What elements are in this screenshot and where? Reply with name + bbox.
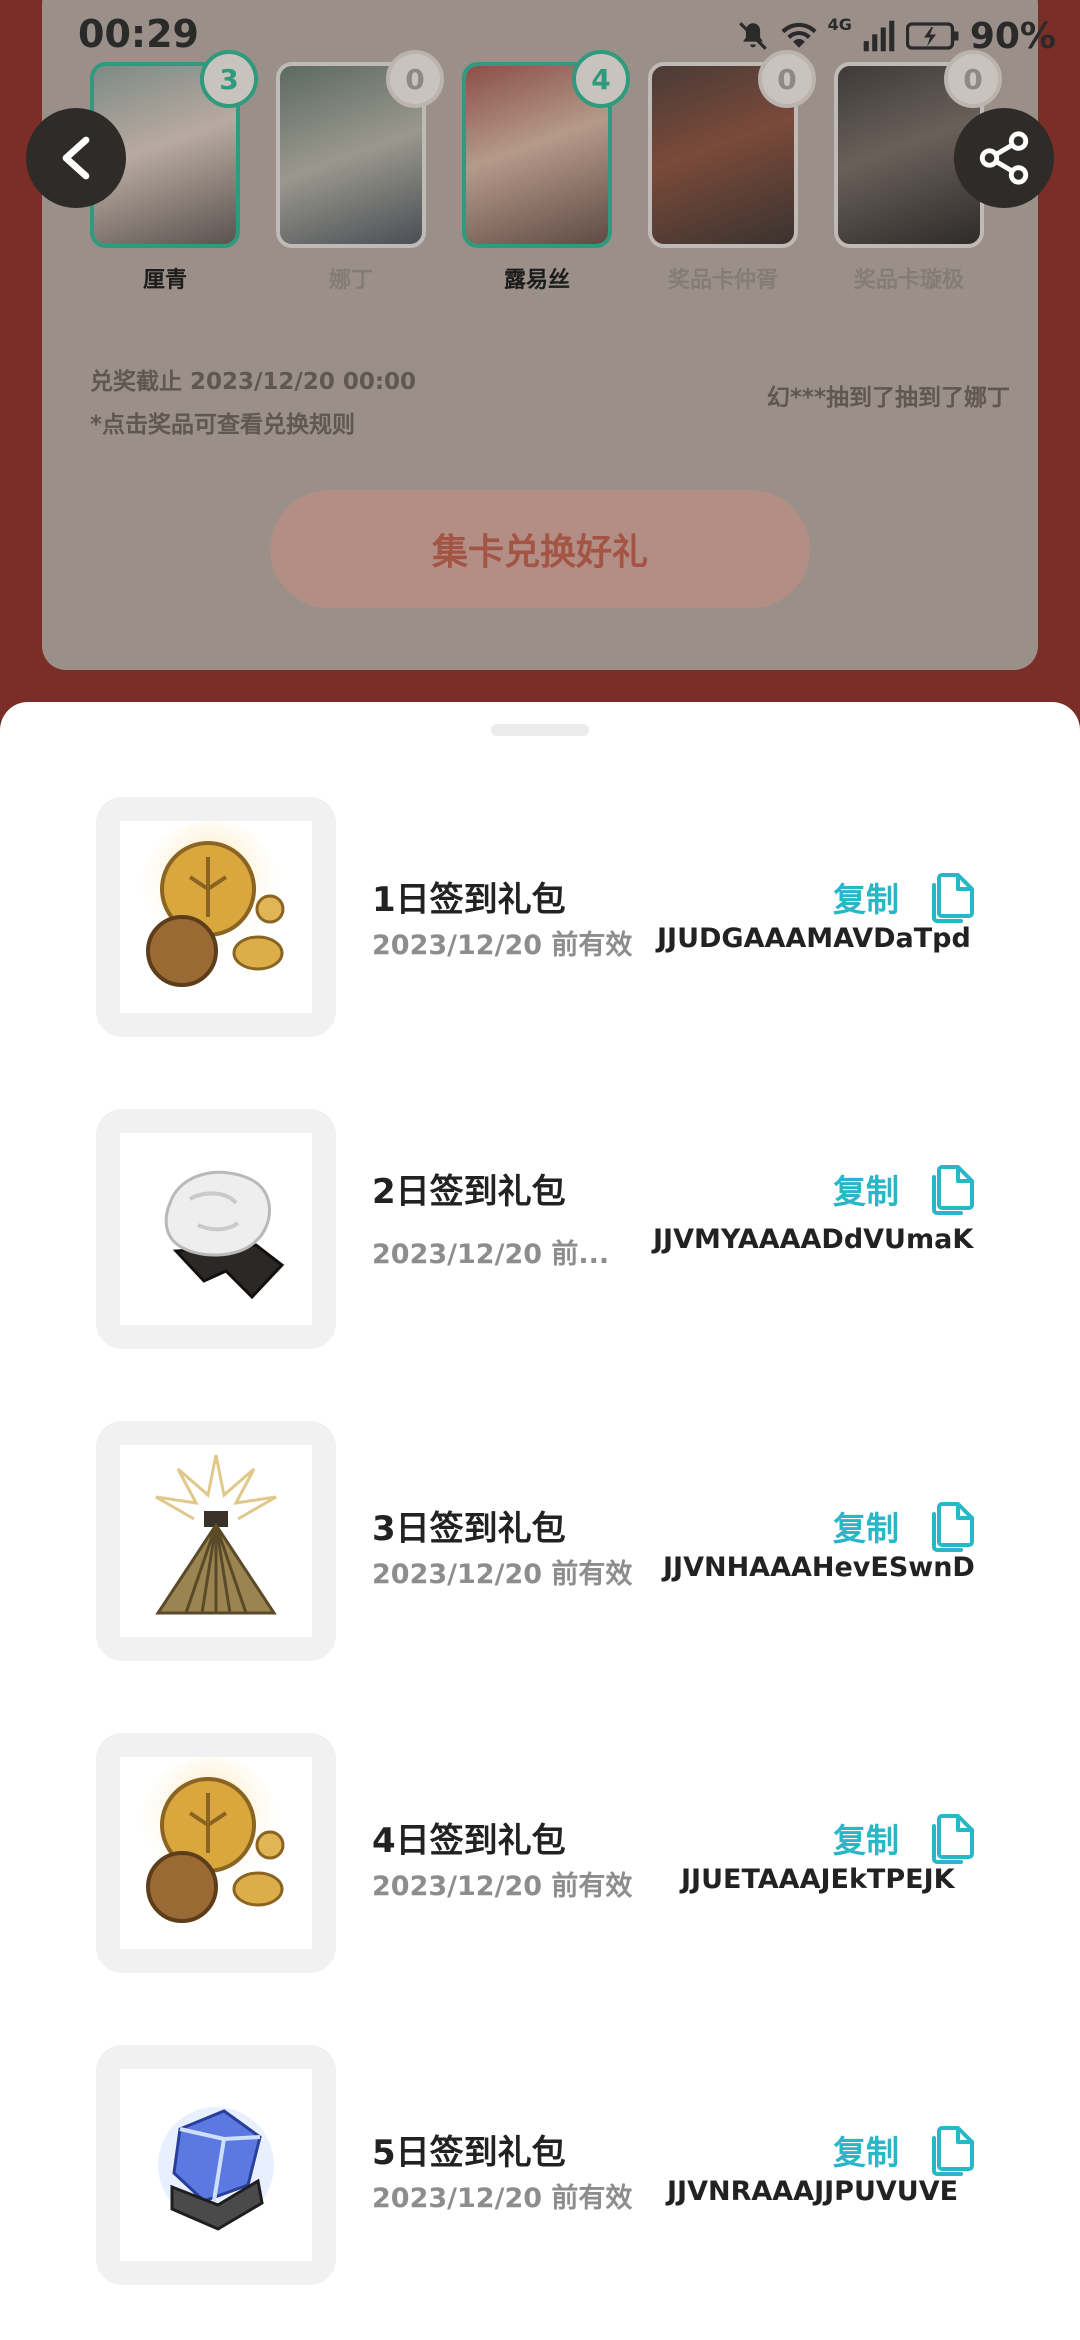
copy-icon[interactable] bbox=[930, 1502, 976, 1552]
golden-lantern-icon bbox=[155, 1454, 277, 1615]
card-item[interactable]: 4 露易丝 bbox=[462, 50, 630, 294]
battery-icon bbox=[905, 22, 959, 50]
gift-code: JJVNRAAAJJPUVUVE bbox=[667, 2176, 959, 2207]
signal-icon bbox=[863, 20, 895, 52]
gift-expiry: 2023/12/20 前有效 bbox=[372, 1559, 633, 1590]
background-page: 00:29 4G 90% 3 厘青 0 娜丁 4 露易丝 0 奖品卡仲胥 0 奖… bbox=[0, 0, 1080, 720]
card-count-badge: 0 bbox=[944, 50, 1002, 108]
gift-title: 4日签到礼包 bbox=[372, 1821, 566, 1861]
gift-expiry: 2023/12/20 前... bbox=[372, 1239, 610, 1270]
copy-icon[interactable] bbox=[930, 1814, 976, 1864]
share-button[interactable] bbox=[954, 108, 1054, 208]
battery-level: 90% bbox=[969, 15, 1056, 57]
gift-thumbnail bbox=[96, 797, 336, 1037]
gift-title: 1日签到礼包 bbox=[372, 880, 566, 920]
blue-crystal-icon bbox=[158, 2107, 274, 2231]
mute-icon bbox=[738, 22, 767, 50]
sheet-drag-handle[interactable] bbox=[491, 724, 589, 736]
gift-title: 5日签到礼包 bbox=[372, 2133, 566, 2173]
gift-expiry: 2023/12/20 前有效 bbox=[372, 1871, 633, 1902]
card-count-badge: 4 bbox=[572, 50, 630, 108]
card-name: 厘青 bbox=[142, 268, 187, 293]
gift-title: 2日签到礼包 bbox=[372, 1172, 566, 1212]
gift-code-sheet: 1日签到礼包 2023/12/20 前有效 JJUDGAAAMAVDaTpd 复… bbox=[0, 702, 1080, 2340]
copy-button[interactable]: 复制 bbox=[833, 1502, 899, 1550]
copy-icon[interactable] bbox=[930, 2126, 976, 2176]
gift-code: JJVMYAAAADdVUmaK bbox=[653, 1224, 974, 1255]
winner-ticker: 幻***抽到了抽到了娜丁 bbox=[766, 385, 1010, 411]
chevron-left-icon bbox=[62, 136, 90, 180]
exchange-button[interactable]: 集卡兑换好礼 bbox=[270, 490, 810, 608]
copy-button[interactable]: 复制 bbox=[833, 873, 899, 921]
silver-ore-icon bbox=[164, 1170, 285, 1300]
redeem-deadline: 兑奖截止 2023/12/20 00:00 bbox=[90, 369, 417, 395]
gift-title: 3日签到礼包 bbox=[372, 1509, 566, 1549]
gift-item: 1日签到礼包 2023/12/20 前有效 JJUDGAAAMAVDaTpd 复… bbox=[0, 797, 1080, 1037]
card-count-badge: 0 bbox=[758, 50, 816, 108]
card-item[interactable]: 0 奖品卡仲胥 bbox=[648, 50, 816, 294]
status-time: 00:29 bbox=[78, 12, 199, 56]
card-name: 露易丝 bbox=[503, 268, 570, 293]
card-count-badge: 0 bbox=[386, 50, 444, 108]
copy-icon[interactable] bbox=[930, 1165, 976, 1215]
gift-thumbnail bbox=[96, 1421, 336, 1661]
gift-code: JJUETAAAJEkTPEJK bbox=[681, 1864, 955, 1895]
gift-item: 5日签到礼包 2023/12/20 前有效 JJVNRAAAJJPUVUVE 复… bbox=[0, 2045, 1080, 2285]
copy-button[interactable]: 复制 bbox=[833, 1814, 899, 1862]
card-count-badge: 3 bbox=[200, 50, 258, 108]
status-bar: 00:29 4G 90% bbox=[0, 0, 1080, 70]
network-type: 4G bbox=[827, 14, 852, 34]
gift-thumbnail bbox=[96, 1733, 336, 1973]
card-name: 奖品卡璇极 bbox=[853, 268, 964, 293]
gold-coins-icon bbox=[140, 821, 285, 987]
gift-thumbnail bbox=[96, 2045, 336, 2285]
share-icon bbox=[979, 131, 1029, 185]
card-name: 娜丁 bbox=[328, 268, 373, 293]
card-name: 奖品卡仲胥 bbox=[667, 268, 778, 293]
gift-code: JJUDGAAAMAVDaTpd bbox=[657, 923, 971, 954]
copy-button[interactable]: 复制 bbox=[833, 2126, 899, 2174]
card-collection: 3 厘青 0 娜丁 4 露易丝 0 奖品卡仲胥 0 奖品卡璇极 bbox=[90, 50, 1002, 302]
rules-hint: *点击奖品可查看兑换规则 bbox=[90, 412, 356, 438]
gift-item: 3日签到礼包 2023/12/20 前有效 JJVNHAAAHevESwnD 复… bbox=[0, 1421, 1080, 1661]
copy-button[interactable]: 复制 bbox=[833, 1165, 899, 1213]
gift-thumbnail bbox=[96, 1109, 336, 1349]
gift-item: 4日签到礼包 2023/12/20 前有效 JJUETAAAJEkTPEJK 复… bbox=[0, 1733, 1080, 1973]
gold-coins-icon bbox=[140, 1757, 285, 1923]
gift-expiry: 2023/12/20 前有效 bbox=[372, 2183, 633, 2214]
gift-item: 2日签到礼包 2023/12/20 前... JJVMYAAAADdVUmaK … bbox=[0, 1109, 1080, 1349]
gift-code: JJVNHAAAHevESwnD bbox=[663, 1552, 975, 1583]
gift-expiry: 2023/12/20 前有效 bbox=[372, 930, 633, 961]
wifi-icon bbox=[781, 22, 817, 48]
back-button[interactable] bbox=[26, 108, 126, 208]
copy-icon[interactable] bbox=[930, 873, 976, 923]
card-item[interactable]: 0 娜丁 bbox=[276, 50, 444, 294]
